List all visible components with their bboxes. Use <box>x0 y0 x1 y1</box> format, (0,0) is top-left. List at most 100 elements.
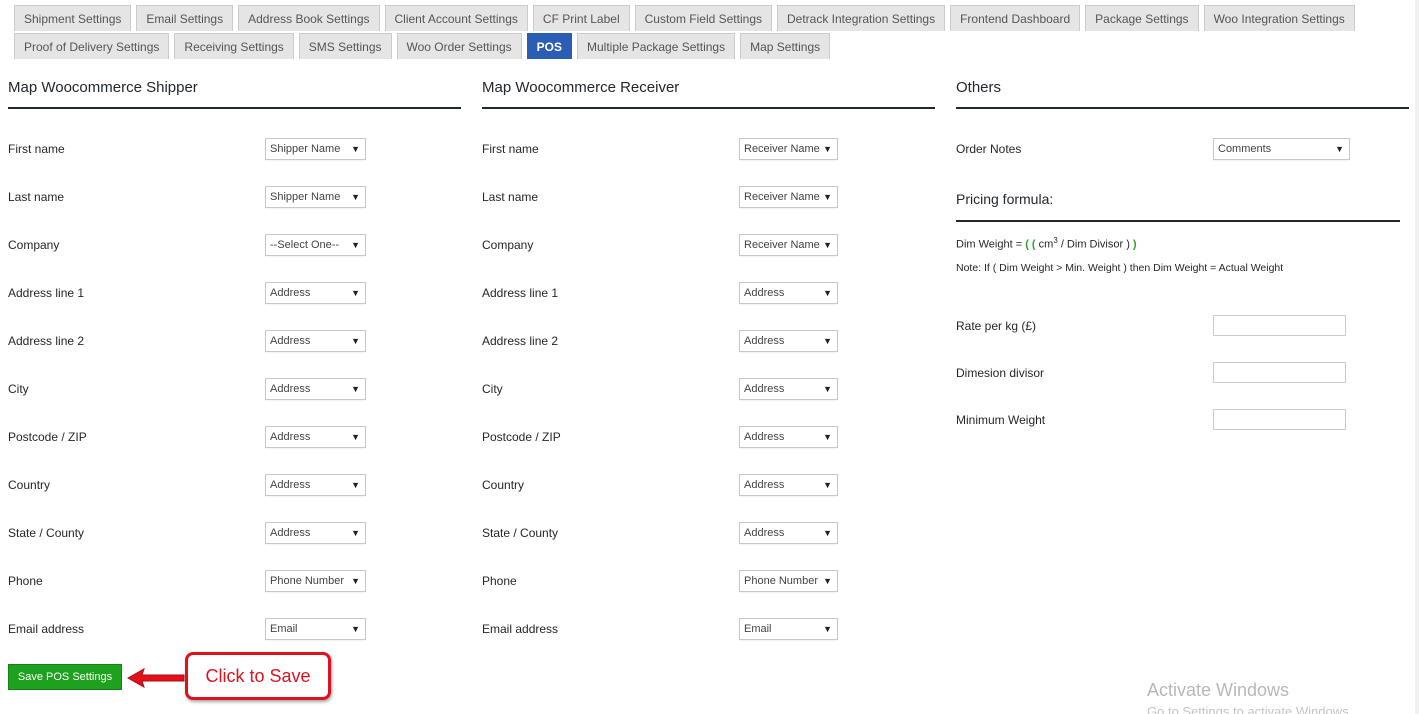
chevron-down-icon: ▼ <box>1335 144 1344 154</box>
shipper-label-state-county: State / County <box>8 526 85 540</box>
tab-sms-settings[interactable]: SMS Settings <box>298 33 392 59</box>
shipper-select-first-name[interactable]: Shipper Name ▼ <box>265 138 366 160</box>
shipper-select-email-address[interactable]: Email ▼ <box>265 618 366 640</box>
pricing-formula-header: Pricing formula: <box>956 189 1400 222</box>
shipper-row-postcode-zip: Postcode / ZIP Address ▼ <box>8 426 461 448</box>
shipper-label-company: Company <box>8 238 60 252</box>
chevron-down-icon: ▼ <box>823 624 832 634</box>
receiver-select-state-county[interactable]: Address ▼ <box>739 522 838 544</box>
chevron-down-icon: ▼ <box>351 192 360 202</box>
select-value: Receiver Name <box>744 191 820 203</box>
select-value: Address <box>270 287 311 299</box>
shipper-row-last-name: Last name Shipper Name ▼ <box>8 186 461 208</box>
minimum-weight-input[interactable] <box>1213 409 1346 430</box>
receiver-row-country: Country Address ▼ <box>482 474 935 496</box>
tab-frontend-dashboard[interactable]: Frontend Dashboard <box>950 5 1081 31</box>
shipper-select-last-name[interactable]: Shipper Name ▼ <box>265 186 366 208</box>
chevron-down-icon: ▼ <box>823 144 832 154</box>
tab-receiving-settings[interactable]: Receiving Settings <box>174 33 294 59</box>
shipper-label-first-name: First name <box>8 142 65 156</box>
receiver-row-phone: Phone Phone Number ▼ <box>482 570 935 592</box>
shipper-label-postcode-zip: Postcode / ZIP <box>8 430 87 444</box>
receiver-select-postcode-zip[interactable]: Address ▼ <box>739 426 838 448</box>
shipper-label-address-line-2: Address line 2 <box>8 334 85 348</box>
tab-custom-field-settings[interactable]: Custom Field Settings <box>634 5 772 31</box>
receiver-row-address-line-1: Address line 1 Address ▼ <box>482 282 935 304</box>
activate-windows-watermark: Activate Windows <box>1147 680 1290 700</box>
chevron-down-icon: ▼ <box>823 432 832 442</box>
tab-woo-integration-settings[interactable]: Woo Integration Settings <box>1203 5 1355 31</box>
tab-package-settings[interactable]: Package Settings <box>1085 5 1199 31</box>
tab-shipment-settings[interactable]: Shipment Settings <box>14 5 132 31</box>
select-value: Shipper Name <box>270 191 341 203</box>
formula-note: Note: If ( Dim Weight > Min. Weight ) th… <box>956 262 1284 274</box>
shipper-select-city[interactable]: Address ▼ <box>265 378 366 400</box>
shipper-row-company: Company --Select One-- ▼ <box>8 234 461 256</box>
rate-per-kg-input[interactable] <box>1213 315 1346 336</box>
receiver-label-last-name: Last name <box>482 190 539 204</box>
tab-woo-order-settings[interactable]: Woo Order Settings <box>396 33 522 59</box>
chevron-down-icon: ▼ <box>823 240 832 250</box>
receiver-label-address-line-2: Address line 2 <box>482 334 559 348</box>
rate-row: Rate per kg (£) <box>956 315 1409 337</box>
shipper-row-phone: Phone Phone Number ▼ <box>8 570 461 592</box>
tab-address-book-settings[interactable]: Address Book Settings <box>238 5 380 31</box>
tab-cf-print-label[interactable]: CF Print Label <box>532 5 630 31</box>
select-value: Receiver Name <box>744 143 820 155</box>
receiver-select-email-address[interactable]: Email ▼ <box>739 618 838 640</box>
tab-detrack-integration-settings[interactable]: Detrack Integration Settings <box>777 5 946 31</box>
shipper-row-country: Country Address ▼ <box>8 474 461 496</box>
activate-windows-subtext: Go to Settings to activate Windows. <box>1147 704 1353 714</box>
scrollbar-track[interactable] <box>1415 0 1419 714</box>
shipper-label-email-address: Email address <box>8 622 85 636</box>
shipper-row-email-address: Email address Email ▼ <box>8 618 461 640</box>
chevron-down-icon: ▼ <box>351 528 360 538</box>
rate-label: Rate per kg (£) <box>956 319 1037 333</box>
receiver-divider <box>482 107 935 109</box>
tab-client-account-settings[interactable]: Client Account Settings <box>384 5 528 31</box>
chevron-down-icon: ▼ <box>823 336 832 346</box>
shipper-select-address-line-1[interactable]: Address ▼ <box>265 282 366 304</box>
chevron-down-icon: ▼ <box>823 480 832 490</box>
shipper-row-address-line-2: Address line 2 Address ▼ <box>8 330 461 352</box>
dimension-divisor-input[interactable] <box>1213 362 1346 383</box>
tab-row-1: Shipment Settings Email Settings Address B… <box>14 5 1355 31</box>
shipper-select-phone[interactable]: Phone Number ▼ <box>265 570 366 592</box>
tab-pos[interactable]: POS <box>526 33 573 59</box>
receiver-label-first-name: First name <box>482 142 539 156</box>
tab-email-settings[interactable]: Email Settings <box>136 5 234 31</box>
receiver-select-address-line-2[interactable]: Address ▼ <box>739 330 838 352</box>
receiver-row-first-name: First name Receiver Name ▼ <box>482 138 935 160</box>
select-value: --Select One-- <box>270 239 340 251</box>
receiver-label-country: Country <box>482 478 525 492</box>
select-value: Address <box>744 527 785 539</box>
receiver-select-first-name[interactable]: Receiver Name ▼ <box>739 138 838 160</box>
chevron-down-icon: ▼ <box>351 432 360 442</box>
tab-map-settings[interactable]: Map Settings <box>740 33 831 59</box>
chevron-down-icon: ▼ <box>823 288 832 298</box>
tab-proof-of-delivery-settings[interactable]: Proof of Delivery Settings <box>14 33 170 59</box>
shipper-select-address-line-2[interactable]: Address ▼ <box>265 330 366 352</box>
pricing-title: Pricing formula: <box>956 191 1054 207</box>
receiver-select-country[interactable]: Address ▼ <box>739 474 838 496</box>
receiver-select-phone[interactable]: Phone Number ▼ <box>739 570 838 592</box>
receiver-label-city: City <box>482 382 503 396</box>
chevron-down-icon: ▼ <box>351 576 360 586</box>
chevron-down-icon: ▼ <box>823 384 832 394</box>
order-notes-value: Comments <box>1218 143 1272 155</box>
shipper-select-postcode-zip[interactable]: Address ▼ <box>265 426 366 448</box>
order-notes-select[interactable]: Comments ▼ <box>1213 138 1350 160</box>
receiver-select-company[interactable]: Receiver Name ▼ <box>739 234 838 256</box>
select-value: Receiver Name <box>744 239 820 251</box>
tab-row-2: Proof of Delivery Settings Receiving Sett… <box>14 33 1294 59</box>
save-pos-settings-button[interactable]: Save POS Settings <box>8 664 122 690</box>
receiver-select-city[interactable]: Address ▼ <box>739 378 838 400</box>
tab-multiple-package-settings[interactable]: Multiple Package Settings <box>577 33 736 59</box>
shipper-select-company[interactable]: --Select One-- ▼ <box>265 234 366 256</box>
receiver-select-last-name[interactable]: Receiver Name ▼ <box>739 186 838 208</box>
receiver-label-email-address: Email address <box>482 622 559 636</box>
chevron-down-icon: ▼ <box>351 336 360 346</box>
shipper-select-state-county[interactable]: Address ▼ <box>265 522 366 544</box>
receiver-select-address-line-1[interactable]: Address ▼ <box>739 282 838 304</box>
shipper-select-country[interactable]: Address ▼ <box>265 474 366 496</box>
